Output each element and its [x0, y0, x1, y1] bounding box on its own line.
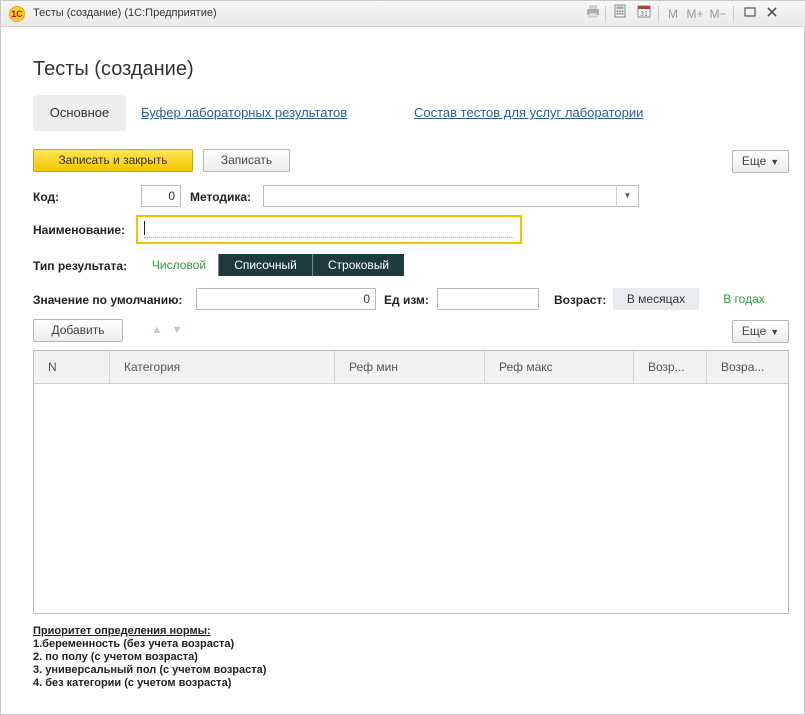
norm-priority-line-2: 2. по полу (с учетом возраста)	[33, 651, 198, 663]
memory-m-button[interactable]: M	[665, 4, 681, 24]
memory-minus-button[interactable]: M−	[708, 4, 728, 24]
unit-label: Ед изм:	[384, 293, 429, 307]
norm-priority-title: Приоритет определения нормы:	[33, 625, 211, 637]
maximize-icon[interactable]	[741, 4, 759, 24]
code-label: Код:	[33, 190, 60, 204]
result-type-numeric[interactable]: Числовой	[141, 254, 217, 276]
tab-main[interactable]: Основное	[33, 95, 126, 131]
result-type-label: Тип результата:	[33, 259, 128, 273]
column-age-from[interactable]: Возр...	[634, 351, 707, 384]
column-ref-min[interactable]: Реф мин	[335, 351, 485, 384]
save-and-close-button[interactable]: Записать и закрыть	[33, 149, 193, 172]
age-in-years[interactable]: В годах	[701, 288, 787, 310]
calendar-icon[interactable]: 31	[635, 4, 653, 24]
column-n[interactable]: N	[34, 351, 110, 384]
calculator-icon[interactable]	[611, 4, 629, 24]
move-up-icon[interactable]: ▲	[147, 319, 167, 341]
tab-lab-services-tests[interactable]: Состав тестов для услуг лаборатории	[414, 105, 643, 120]
chevron-down-icon: ▼	[770, 327, 780, 337]
ranges-table[interactable]: N Категория Реф мин Реф макс Возр... Воз…	[33, 350, 789, 614]
memory-plus-button[interactable]: M+	[685, 4, 705, 24]
default-value-label: Значение по умолчанию:	[33, 293, 183, 307]
more-label: Еще	[741, 154, 767, 168]
table-more-button[interactable]: Еще ▼	[732, 320, 789, 343]
add-row-button[interactable]: Добавить	[33, 319, 123, 342]
method-select[interactable]: ▼	[263, 185, 639, 207]
norm-priority-line-4: 4. без категории (с учетом возраста)	[33, 677, 232, 689]
age-label: Возраст:	[554, 293, 607, 307]
required-underline	[144, 237, 514, 238]
name-label: Наименование:	[33, 223, 126, 237]
app-window: 1С Тесты (создание) (1С:Предприятие) 31 …	[0, 0, 805, 715]
save-button[interactable]: Записать	[203, 149, 290, 172]
column-ref-max[interactable]: Реф макс	[485, 351, 634, 384]
more-button[interactable]: Еще ▼	[732, 150, 789, 173]
title-bar: 1С Тесты (создание) (1С:Предприятие) 31 …	[1, 1, 805, 27]
chevron-down-icon: ▼	[770, 157, 780, 167]
name-field[interactable]	[136, 215, 522, 244]
chevron-down-icon[interactable]: ▼	[616, 186, 638, 206]
column-category[interactable]: Категория	[110, 351, 335, 384]
norm-priority-line-3: 3. универсальный пол (с учетом возраста)	[33, 664, 267, 676]
close-icon[interactable]	[763, 4, 781, 24]
app-logo-icon: 1С	[9, 6, 25, 22]
text-cursor	[144, 221, 145, 235]
age-in-months[interactable]: В месяцах	[613, 288, 699, 310]
tab-lab-results-buffer[interactable]: Буфер лабораторных результатов	[141, 105, 347, 120]
window-title: Тесты (создание) (1С:Предприятие)	[33, 7, 217, 19]
page-title: Тесты (создание)	[33, 58, 194, 80]
code-field[interactable]: 0	[141, 185, 181, 207]
table-header: N Категория Реф мин Реф макс Возр... Воз…	[34, 351, 788, 384]
result-type-list[interactable]: Списочный	[218, 254, 312, 276]
svg-text:31: 31	[640, 11, 648, 18]
method-label: Методика:	[190, 190, 252, 204]
norm-priority-line-1: 1.беременность (без учета возраста)	[33, 638, 235, 650]
default-value-field[interactable]: 0	[196, 288, 376, 310]
unit-field[interactable]	[437, 288, 539, 310]
move-down-icon[interactable]: ▼	[167, 319, 187, 341]
result-type-string[interactable]: Строковый	[312, 254, 404, 276]
print-icon[interactable]	[584, 4, 602, 24]
column-age-to[interactable]: Возра...	[707, 351, 788, 384]
table-more-label: Еще	[741, 324, 767, 338]
